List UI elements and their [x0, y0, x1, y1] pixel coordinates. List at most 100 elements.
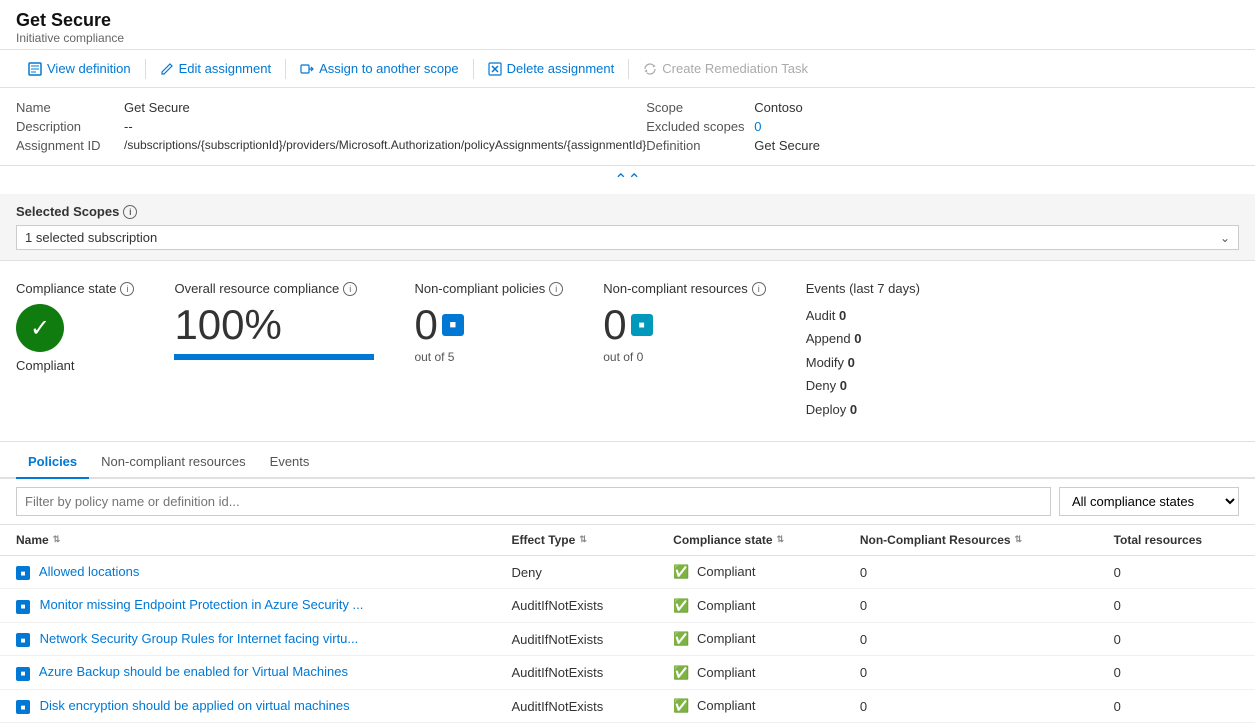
row-3-non-compliant: 0: [844, 656, 1098, 690]
compliance-sort-icon[interactable]: ⇅: [777, 534, 785, 545]
edit-assignment-button[interactable]: Edit assignment: [148, 56, 284, 81]
tab-non-compliant-resources[interactable]: Non-compliant resources: [89, 446, 258, 479]
overall-compliance-title: Overall resource compliance i: [174, 281, 374, 296]
metadata-left: Name Get Secure Description -- Assignmen…: [16, 98, 646, 155]
page-subtitle: Initiative compliance: [16, 31, 1239, 45]
overall-compliance-value: 100%: [174, 304, 374, 346]
col-name: Name ⇅: [0, 525, 496, 556]
meta-scope-row: Scope Contoso: [646, 98, 1239, 117]
row-2-effect: AuditIfNotExists: [496, 622, 658, 656]
compliance-progress-bar: [174, 354, 374, 360]
table-header-row: Name ⇅ Effect Type ⇅ Compliance state ⇅: [0, 525, 1255, 556]
remediation-icon: [643, 62, 657, 76]
tab-events[interactable]: Events: [258, 446, 322, 479]
table-row: ■ Network Security Group Rules for Inter…: [0, 622, 1255, 656]
policy-icon: ■: [442, 314, 464, 336]
meta-name-row: Name Get Secure: [16, 98, 646, 117]
row-4-name-link[interactable]: Disk encryption should be applied on vir…: [40, 698, 350, 713]
row-4-non-compliant: 0: [844, 689, 1098, 723]
event-audit: Audit 0: [806, 304, 920, 327]
compliance-state-card: Compliance state i ✓ Compliant: [16, 281, 134, 421]
non-compliant-policies-card: Non-compliant policies i 0 ■ out of 5: [414, 281, 563, 421]
row-1-effect: AuditIfNotExists: [496, 589, 658, 623]
scopes-bar: Selected Scopes i 1 selected subscriptio…: [0, 194, 1255, 261]
table-row: ■ Disk encryption should be applied on v…: [0, 689, 1255, 723]
events-title: Events (last 7 days): [806, 281, 920, 296]
meta-definition-row: Definition Get Secure: [646, 136, 1239, 155]
compliance-state-title: Compliance state i: [16, 281, 134, 296]
edit-icon: [160, 62, 174, 76]
compliance-state-info-icon[interactable]: i: [120, 282, 134, 296]
policies-table-container: Name ⇅ Effect Type ⇅ Compliance state ⇅: [0, 525, 1255, 723]
table-row: ■ Monitor missing Endpoint Protection in…: [0, 589, 1255, 623]
assign-scope-button[interactable]: Assign to another scope: [288, 56, 470, 81]
toolbar-separator-4: [628, 59, 629, 79]
policy-filter-input[interactable]: [16, 487, 1051, 516]
non-compliant-resources-info-icon[interactable]: i: [752, 282, 766, 296]
create-remediation-button[interactable]: Create Remediation Task: [631, 56, 820, 81]
scopes-label: Selected Scopes i: [16, 204, 1239, 219]
compliant-checkmark-1: ✅: [673, 598, 689, 613]
delete-assignment-button[interactable]: Delete assignment: [476, 56, 627, 81]
page-header: Get Secure Initiative compliance: [0, 0, 1255, 50]
row-1-non-compliant: 0: [844, 589, 1098, 623]
compliant-checkmark-4: ✅: [673, 698, 689, 713]
overall-compliance-card: Overall resource compliance i 100%: [174, 281, 374, 421]
row-3-total: 0: [1098, 656, 1255, 690]
non-compliant-policies-title: Non-compliant policies i: [414, 281, 563, 296]
event-append: Append 0: [806, 327, 920, 350]
collapse-button[interactable]: ⌃⌃: [0, 166, 1255, 194]
meta-description-row: Description --: [16, 117, 646, 136]
toolbar-separator-3: [473, 59, 474, 79]
events-list: Audit 0 Append 0 Modify 0 Deny 0 Deploy …: [806, 304, 920, 421]
page-title: Get Secure: [16, 10, 1239, 31]
assign-icon: [300, 62, 314, 76]
compliance-state-filter[interactable]: All compliance states: [1059, 487, 1239, 516]
non-compliant-resources-value: 0: [603, 304, 626, 346]
row-3-compliance: ✅ Compliant: [657, 656, 844, 690]
event-deny: Deny 0: [806, 374, 920, 397]
table-row: ■ Azure Backup should be enabled for Vir…: [0, 656, 1255, 690]
row-3-effect: AuditIfNotExists: [496, 656, 658, 690]
row-1-name: ■ Monitor missing Endpoint Protection in…: [0, 589, 496, 623]
non-compliant-sort-icon[interactable]: ⇅: [1015, 534, 1023, 545]
tabs-bar: Policies Non-compliant resources Events: [0, 446, 1255, 479]
metadata-right: Scope Contoso Excluded scopes 0 Definiti…: [646, 98, 1239, 155]
compliant-checkmark-0: ✅: [673, 564, 689, 579]
scopes-dropdown[interactable]: 1 selected subscription ⌄: [16, 225, 1239, 250]
compliant-checkmark-2: ✅: [673, 631, 689, 646]
row-0-total: 0: [1098, 555, 1255, 589]
row-0-name-link[interactable]: Allowed locations: [39, 564, 139, 579]
metadata-section: Name Get Secure Description -- Assignmen…: [0, 88, 1255, 166]
col-compliance-state: Compliance state ⇅: [657, 525, 844, 556]
row-icon-0: ■: [16, 566, 30, 580]
table-row: ■ Allowed locations Deny ✅ Compliant 0 0: [0, 555, 1255, 589]
row-2-name-link[interactable]: Network Security Group Rules for Interne…: [40, 631, 359, 646]
events-card: Events (last 7 days) Audit 0 Append 0 Mo…: [806, 281, 920, 421]
chevron-down-icon: ⌄: [1220, 231, 1230, 245]
row-3-name: ■ Azure Backup should be enabled for Vir…: [0, 656, 496, 690]
row-1-name-link[interactable]: Monitor missing Endpoint Protection in A…: [40, 597, 364, 612]
row-2-non-compliant: 0: [844, 622, 1098, 656]
metrics-section: Compliance state i ✓ Compliant Overall r…: [0, 261, 1255, 442]
row-1-total: 0: [1098, 589, 1255, 623]
resource-icon: ■: [631, 314, 653, 336]
name-sort-icon[interactable]: ⇅: [53, 534, 61, 545]
compliant-checkmark-3: ✅: [673, 665, 689, 680]
row-2-total: 0: [1098, 622, 1255, 656]
view-definition-button[interactable]: View definition: [16, 56, 143, 81]
overall-compliance-info-icon[interactable]: i: [343, 282, 357, 296]
tab-policies[interactable]: Policies: [16, 446, 89, 479]
row-3-name-link[interactable]: Azure Backup should be enabled for Virtu…: [39, 664, 348, 679]
scopes-info-icon[interactable]: i: [123, 205, 137, 219]
non-compliant-resources-value-row: 0 ■: [603, 304, 766, 346]
effect-sort-icon[interactable]: ⇅: [579, 534, 587, 545]
event-modify: Modify 0: [806, 351, 920, 374]
event-deploy: Deploy 0: [806, 398, 920, 421]
row-4-effect: AuditIfNotExists: [496, 689, 658, 723]
row-1-compliance: ✅ Compliant: [657, 589, 844, 623]
row-2-name: ■ Network Security Group Rules for Inter…: [0, 622, 496, 656]
table-body: ■ Allowed locations Deny ✅ Compliant 0 0…: [0, 555, 1255, 723]
row-4-compliance: ✅ Compliant: [657, 689, 844, 723]
non-compliant-policies-info-icon[interactable]: i: [549, 282, 563, 296]
